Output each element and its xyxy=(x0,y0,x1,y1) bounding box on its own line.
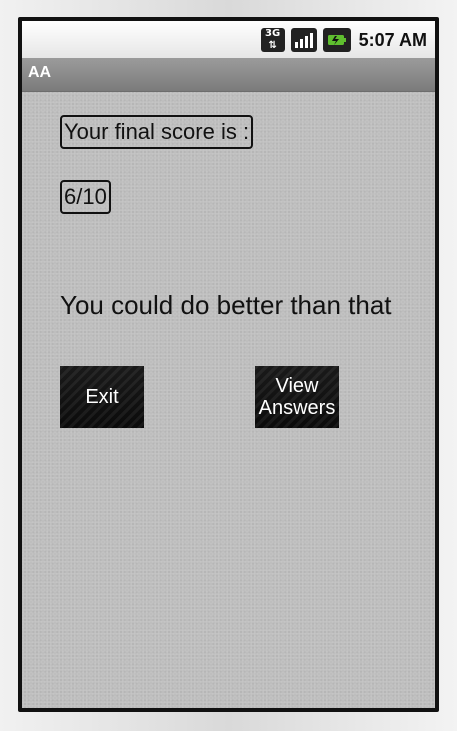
app-title-bar: AA xyxy=(22,58,435,92)
exit-button-label: Exit xyxy=(85,386,119,408)
status-bar: 3G ⇅ 5:07 AM xyxy=(22,21,435,59)
network-3g-icon: 3G ⇅ xyxy=(260,28,285,52)
network-arrows-icon: ⇅ xyxy=(268,40,277,51)
network-label: 3G xyxy=(265,28,281,39)
status-icons: 3G ⇅ 5:07 AM xyxy=(260,27,427,53)
view-answers-button[interactable]: View Answers xyxy=(255,366,339,428)
view-answers-label-line1: View xyxy=(275,375,319,397)
view-answers-label-line2: Answers xyxy=(258,397,336,419)
results-screen: Your final score is : 6/10 You could do … xyxy=(22,92,435,708)
device-frame: 3G ⇅ 5:07 AM AA Your final score is: 6/… xyxy=(0,0,457,731)
device-screen: 3G ⇅ 5:07 AM AA Your final score is: 6/… xyxy=(18,17,439,712)
feedback-message: You could do better than that xyxy=(60,290,392,320)
signal-bars-icon xyxy=(290,28,317,52)
status-time: 5:07 AM xyxy=(358,29,427,50)
screen-viewport: 3G ⇅ 5:07 AM AA Your final score is: 6/… xyxy=(22,21,435,708)
battery-charging-icon xyxy=(322,28,351,52)
final-score-label: Your final score is : xyxy=(60,115,254,149)
final-score-value: 6/10 xyxy=(60,180,111,214)
view-answers-label: View Answers xyxy=(259,375,336,419)
exit-button[interactable]: Exit xyxy=(60,366,144,428)
app-title: AA xyxy=(28,64,52,81)
